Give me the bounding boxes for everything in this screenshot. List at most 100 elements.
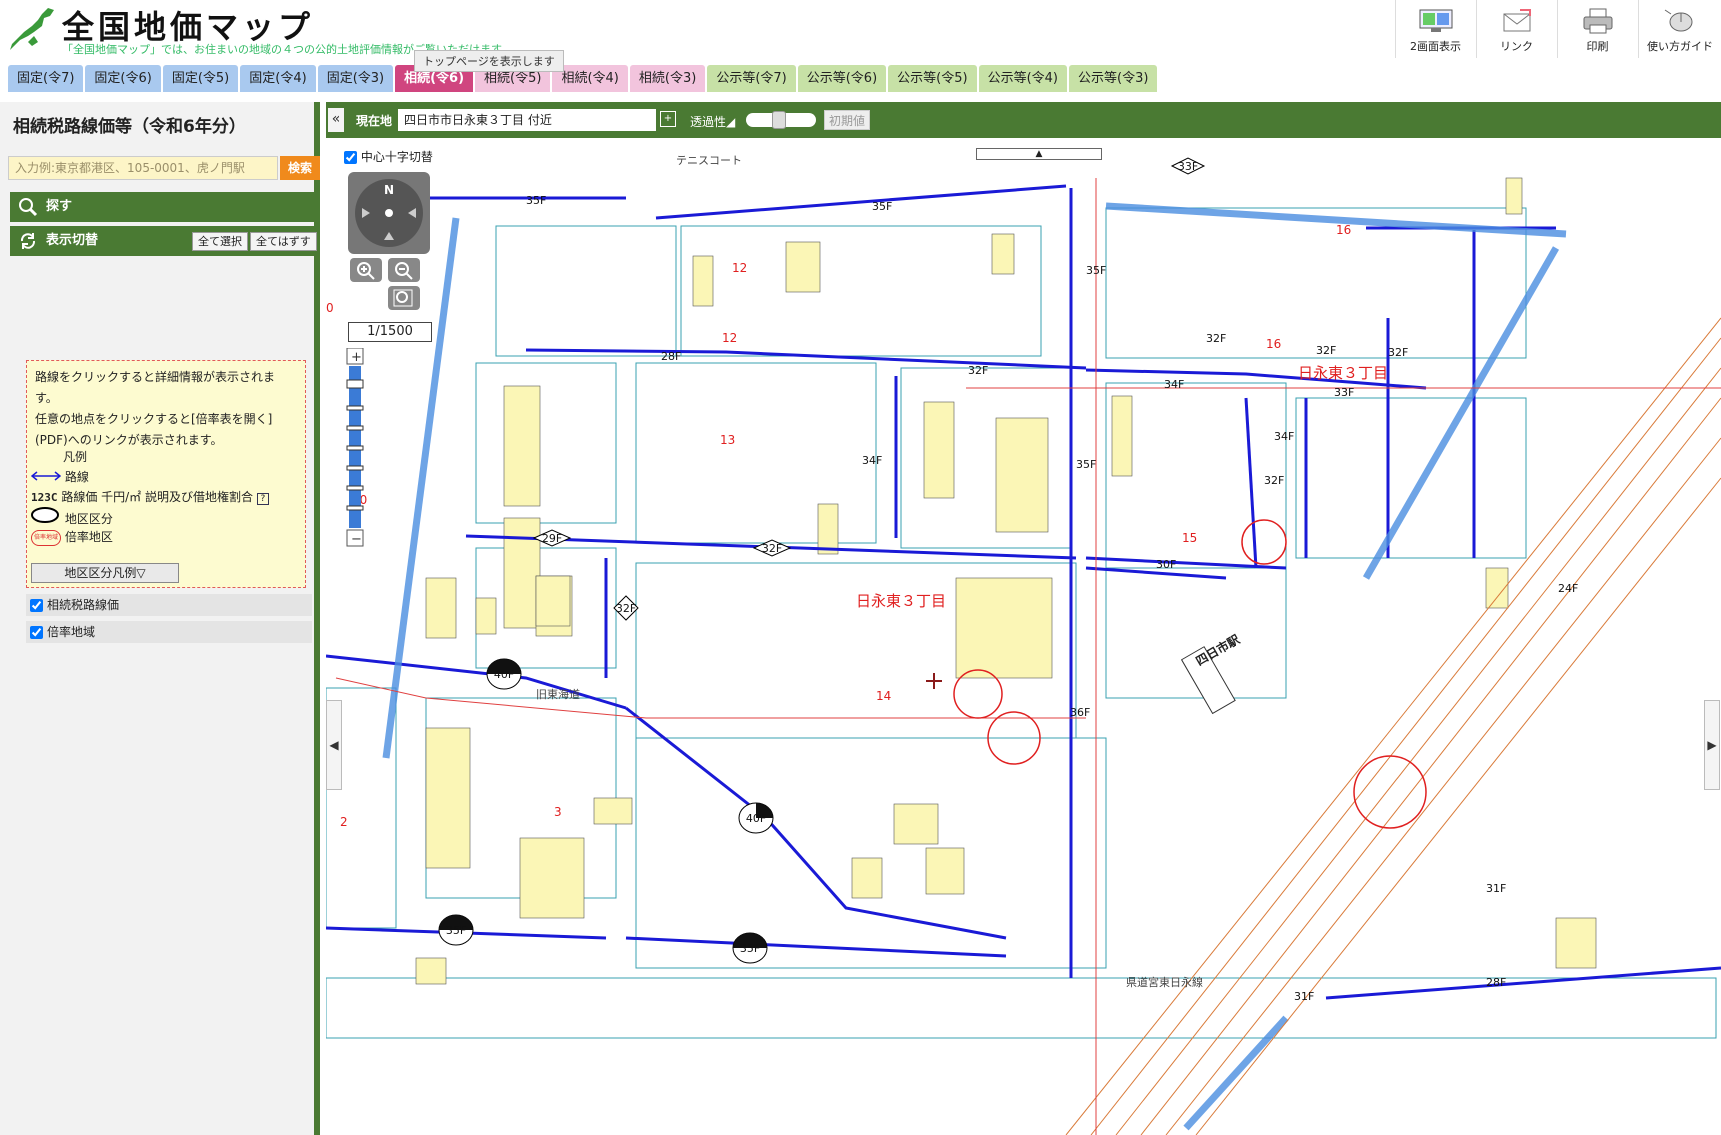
tab-kouji-r5[interactable]: 公示等(令5) (888, 65, 977, 92)
svg-text:0: 0 (326, 301, 334, 315)
svg-text:28F: 28F (661, 350, 681, 363)
svg-text:32F: 32F (1316, 344, 1336, 357)
search-button[interactable]: 検索 (280, 156, 320, 180)
opacity-slider-handle[interactable] (772, 111, 786, 129)
svg-text:テニスコート: テニスコート (676, 154, 742, 167)
tab-kouji-r4[interactable]: 公示等(令4) (978, 65, 1067, 92)
zoom-area-icon[interactable] (388, 286, 420, 310)
dataset-tabs: 固定(令7) 固定(令6) 固定(令5) 固定(令4) 固定(令3) 相続(令6… (8, 65, 1159, 93)
price-badge[interactable]: 33F (1170, 157, 1206, 175)
tab-fixed-r7[interactable]: 固定(令7) (8, 65, 84, 92)
find-section-header[interactable]: 探す (10, 192, 320, 222)
reset-opacity-button[interactable]: 初期値 (824, 110, 870, 130)
layer-checkbox-ratio-area[interactable] (30, 626, 43, 639)
magnifier-icon (19, 198, 38, 217)
dual-screen-button[interactable]: 2画面表示 (1395, 0, 1475, 58)
svg-text:34F: 34F (862, 454, 882, 467)
svg-text:13: 13 (720, 433, 735, 447)
link-envelope-icon (1503, 9, 1531, 32)
tab-kouji-r7[interactable]: 公示等(令7) (707, 65, 796, 92)
center-crosshair-toggle[interactable]: 中心十字切替 (344, 148, 433, 165)
tab-fixed-r4[interactable]: 固定(令4) (240, 65, 316, 92)
display-toggle-header: 表示切替 全て選択 全てはずす (10, 226, 320, 256)
tab-sozoku-r3[interactable]: 相続(令3) (629, 65, 706, 92)
svg-text:旧東海道: 旧東海道 (536, 687, 580, 701)
svg-text:29F: 29F (542, 532, 562, 545)
svg-text:32F: 32F (1388, 346, 1408, 359)
zoom-in-icon[interactable] (350, 258, 382, 282)
legend-price-sample: 123C (31, 491, 58, 504)
pan-control[interactable]: N (348, 172, 430, 254)
pan-left-button[interactable]: ◀ (326, 700, 342, 790)
svg-text:15: 15 (1182, 531, 1197, 545)
svg-text:14: 14 (876, 689, 891, 703)
deselect-all-button[interactable]: 全てはずす (250, 232, 317, 251)
svg-text:32F: 32F (1206, 332, 1226, 345)
district-legend-toggle[interactable]: 地区区分凡例▽ (31, 563, 179, 583)
usage-guide-button[interactable]: 使い方ガイド (1638, 0, 1721, 58)
dual-screen-label: 2画面表示 (1410, 40, 1461, 53)
pan-right-button[interactable]: ▶ (1704, 700, 1720, 790)
location-label: 現在地 (356, 114, 393, 128)
tab-fixed-r6[interactable]: 固定(令6) (85, 65, 161, 92)
price-badge[interactable]: 40F (486, 658, 522, 690)
svg-text:32F: 32F (968, 364, 988, 377)
info-line-1: 路線をクリックすると詳細情報が表示されます。 (35, 370, 276, 405)
map-base-layer[interactable]: 40F 40F 35F 35F 33F 29F 32F 32F 35F 35F … (326, 138, 1721, 1135)
svg-text:35F: 35F (872, 200, 892, 213)
svg-text:+: + (351, 350, 362, 365)
center-crosshair-checkbox[interactable] (344, 151, 357, 164)
north-label: N (384, 183, 394, 197)
svg-text:35F: 35F (740, 942, 760, 955)
svg-text:30F: 30F (1156, 558, 1176, 571)
opacity-label: 透過性◢ (690, 115, 736, 129)
link-label: リンク (1500, 40, 1533, 53)
tab-fixed-r5[interactable]: 固定(令5) (162, 65, 239, 92)
price-badge[interactable]: 35F (438, 914, 474, 946)
svg-text:日永東３丁目: 日永東３丁目 (1298, 364, 1388, 382)
zoom-out-icon[interactable] (388, 258, 420, 282)
svg-text:県道宮東日永線: 県道宮東日永線 (1126, 975, 1203, 989)
legend-price-row: 123C 路線価 千円/㎡ 説明及び借地権割合 ? (31, 487, 269, 508)
svg-text:32F: 32F (762, 542, 782, 555)
opacity-slider[interactable] (746, 111, 816, 129)
price-badge[interactable]: 32F (613, 595, 639, 621)
zoom-slider[interactable]: + − (346, 348, 364, 548)
tab-kouji-r6[interactable]: 公示等(令6) (797, 65, 887, 92)
map-canvas[interactable]: 40F 40F 35F 35F 33F 29F 32F 32F 35F 35F … (326, 138, 1721, 1135)
print-label: 印刷 (1586, 40, 1609, 53)
svg-text:35F: 35F (526, 194, 546, 207)
location-field[interactable]: 四日市市日永東３丁目 付近 (398, 109, 656, 131)
display-toggle-label: 表示切替 (46, 233, 99, 248)
collapse-sidebar-button[interactable]: « (328, 108, 344, 132)
find-label: 探す (46, 199, 73, 214)
legend-road-row: 路線 (30, 467, 89, 488)
help-icon[interactable]: ? (256, 493, 269, 505)
scale-display: 1/1500 (348, 322, 432, 342)
link-button[interactable]: リンク (1476, 0, 1556, 58)
legend-price-label: 路線価 千円/㎡ 説明及び借地権割合 (61, 490, 254, 504)
price-badge[interactable]: 40F (738, 802, 774, 834)
pan-up-handle[interactable]: ▲ (976, 148, 1102, 160)
svg-text:35F: 35F (1076, 458, 1096, 471)
app-header: 全国地価マップ 「全国地価マップ」では、お住まいの地域の４つの公的土地評価情報が… (0, 0, 1721, 72)
japan-map-logo-icon[interactable] (8, 6, 56, 52)
price-badge[interactable]: 35F (732, 932, 768, 964)
svg-text:24F: 24F (1558, 582, 1578, 595)
select-all-button[interactable]: 全て選択 (192, 232, 248, 251)
svg-text:−: − (351, 532, 362, 547)
top-page-tooltip: トップページを表示します (414, 50, 564, 72)
legend-ratio-label: 倍率地区 (64, 530, 113, 544)
layer-row-ratio-area[interactable]: 倍率地域 (26, 621, 312, 643)
info-line-2: 任意の地点をクリックすると[倍率表を開く] (35, 412, 273, 426)
layer-row-route-price[interactable]: 相続税路線価 (26, 594, 312, 616)
tab-kouji-r3[interactable]: 公示等(令3) (1069, 65, 1158, 92)
tab-sozoku-r4[interactable]: 相続(令4) (552, 65, 628, 92)
layer-checkbox-route-price[interactable] (30, 599, 43, 612)
svg-text:28F: 28F (1486, 976, 1506, 989)
tab-fixed-r3[interactable]: 固定(令3) (317, 65, 394, 92)
crosshair-target-icon[interactable]: + (660, 111, 676, 127)
search-input[interactable] (8, 156, 278, 180)
legend-title: 凡例 (63, 450, 88, 464)
print-button[interactable]: 印刷 (1557, 0, 1637, 58)
